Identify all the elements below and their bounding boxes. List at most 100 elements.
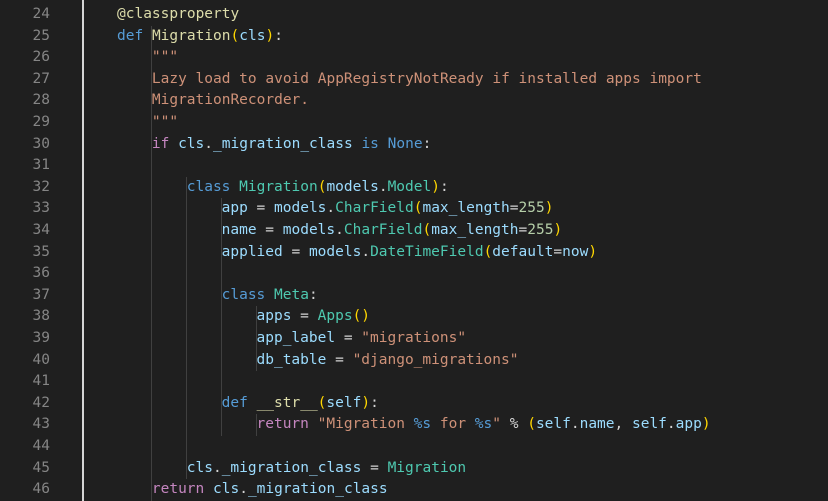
- line-number: 35: [32, 243, 50, 260]
- code-text[interactable]: return "Migration %s for %s" % (self.nam…: [257, 414, 711, 436]
- code-token: apps: [256, 308, 292, 325]
- code-token: self: [326, 394, 362, 411]
- line-number: 25: [32, 27, 50, 44]
- code-token: .: [361, 243, 371, 260]
- code-line-46[interactable]: 46 return cls._migration_class: [0, 479, 828, 501]
- code-text[interactable]: @classproperty: [117, 4, 239, 26]
- code-token: return: [151, 481, 205, 498]
- indent-guide: [150, 25, 152, 501]
- code-token: 255: [518, 200, 545, 217]
- line-number: 24: [32, 6, 50, 22]
- code-token: """: [151, 114, 179, 130]
- code-token: now: [562, 243, 589, 260]
- code-text[interactable]: MigrationRecorder.: [152, 90, 309, 112]
- line-number: 39: [32, 330, 50, 346]
- code-line-45[interactable]: 45 cls._migration_class = Migration: [0, 458, 828, 480]
- code-line-41[interactable]: 41: [0, 371, 828, 393]
- code-token: =: [361, 459, 388, 476]
- code-token: Apps: [317, 308, 353, 325]
- code-token: if: [151, 135, 170, 152]
- code-line-28[interactable]: 28 MigrationRecorder.: [0, 90, 828, 112]
- code-token: ): [265, 27, 275, 44]
- code-line-25[interactable]: 25 def Migration(cls):: [0, 26, 828, 48]
- code-text[interactable]: db_table = "django_migrations": [257, 350, 519, 372]
- code-token: =: [326, 351, 353, 368]
- code-token: DateTimeField: [370, 243, 484, 260]
- code-line-36[interactable]: 36: [0, 263, 828, 285]
- code-token: class: [186, 178, 231, 195]
- code-text[interactable]: """: [152, 47, 178, 69]
- code-token: MigrationRecorder.: [151, 92, 310, 109]
- code-token: def: [117, 27, 144, 44]
- code-text[interactable]: class Meta:: [222, 285, 318, 307]
- line-number: 44: [32, 438, 50, 454]
- line-number: 36: [32, 265, 50, 282]
- code-text[interactable]: Lazy load to avoid AppRegistryNotReady i…: [152, 69, 702, 91]
- code-token: models: [274, 200, 327, 217]
- code-line-29[interactable]: 29 """: [0, 112, 828, 134]
- code-token: _migration_class: [247, 481, 388, 498]
- code-token: =: [335, 330, 362, 346]
- code-line-35[interactable]: 35 applied = models.DateTimeField(default…: [0, 242, 828, 264]
- code-text[interactable]: class Migration(models.Model):: [187, 177, 449, 199]
- code-text[interactable]: cls._migration_class = Migration: [187, 458, 466, 480]
- code-token: .: [666, 416, 676, 433]
- indent-guide: [255, 414, 257, 436]
- code-text[interactable]: """: [152, 112, 178, 134]
- code-text[interactable]: def Migration(cls):: [117, 26, 283, 48]
- code-token: cls: [213, 481, 240, 498]
- code-token: ): [553, 222, 563, 238]
- code-token: applied: [221, 243, 283, 260]
- code-token: ,: [614, 416, 632, 433]
- line-number: 30: [32, 135, 50, 152]
- code-editor[interactable]: 24 @classproperty 25 def Migration(cls): 26 "…: [0, 0, 828, 501]
- code-token: def: [221, 394, 248, 411]
- code-token: Lazy load to avoid AppRegistryNotReady i…: [151, 70, 702, 87]
- code-token: __str__: [256, 394, 318, 411]
- line-number: 29: [32, 114, 50, 130]
- code-token: =: [256, 222, 283, 238]
- code-text[interactable]: name = models.CharField(max_length=255): [222, 220, 563, 242]
- code-line-33[interactable]: 33 app = models.CharField(max_length=255): [0, 198, 828, 220]
- code-line-42[interactable]: 42 def __str__(self):: [0, 393, 828, 415]
- code-line-32[interactable]: 32 class Migration(models.Model):: [0, 177, 828, 199]
- code-token: _migration_class: [221, 459, 362, 476]
- code-line-39[interactable]: 39 app_label = "migrations": [0, 328, 828, 350]
- code-line-44[interactable]: 44: [0, 436, 828, 458]
- code-line-30[interactable]: 30 if cls._migration_class is None:: [0, 134, 828, 156]
- code-text[interactable]: app_label = "migrations": [257, 328, 467, 350]
- line-number: 42: [32, 394, 50, 411]
- code-token: :: [370, 394, 379, 411]
- code-line-34[interactable]: 34 name = models.CharField(max_length=255…: [0, 220, 828, 242]
- code-token: _migration_class: [213, 135, 353, 152]
- code-text[interactable]: return cls._migration_class: [152, 479, 388, 501]
- code-line-24[interactable]: 24 @classproperty: [0, 4, 828, 26]
- code-line-40[interactable]: 40 db_table = "django_migrations": [0, 350, 828, 372]
- code-token: """: [151, 49, 179, 66]
- code-token: :: [439, 178, 449, 195]
- code-line-27[interactable]: 27 Lazy load to avoid AppRegistryNotReady…: [0, 69, 828, 91]
- line-number: 41: [32, 373, 50, 390]
- code-token: "Migration: [317, 416, 414, 433]
- code-text[interactable]: def __str__(self):: [222, 393, 379, 415]
- code-token: %s: [413, 416, 432, 433]
- code-text[interactable]: applied = models.DateTimeField(default=n…: [222, 242, 597, 264]
- code-token: cls: [186, 459, 213, 476]
- code-token: for: [431, 416, 475, 433]
- line-number: 46: [32, 481, 50, 498]
- code-line-26[interactable]: 26 """: [0, 47, 828, 69]
- code-line-43[interactable]: 43 return "Migration %s for %s" % (self.n…: [0, 414, 828, 436]
- code-token: (: [422, 222, 432, 238]
- code-line-37[interactable]: 37 class Meta:: [0, 285, 828, 307]
- code-text[interactable]: if cls._migration_class is None:: [152, 134, 431, 156]
- code-token: @classproperty: [117, 6, 240, 22]
- code-token: max_length: [431, 222, 519, 238]
- code-line-38[interactable]: 38 apps = Apps(): [0, 306, 828, 328]
- code-line-31[interactable]: 31: [0, 155, 828, 177]
- line-number: 27: [32, 70, 50, 87]
- code-text[interactable]: app = models.CharField(max_length=255): [222, 198, 554, 220]
- code-text[interactable]: apps = Apps(): [257, 306, 371, 328]
